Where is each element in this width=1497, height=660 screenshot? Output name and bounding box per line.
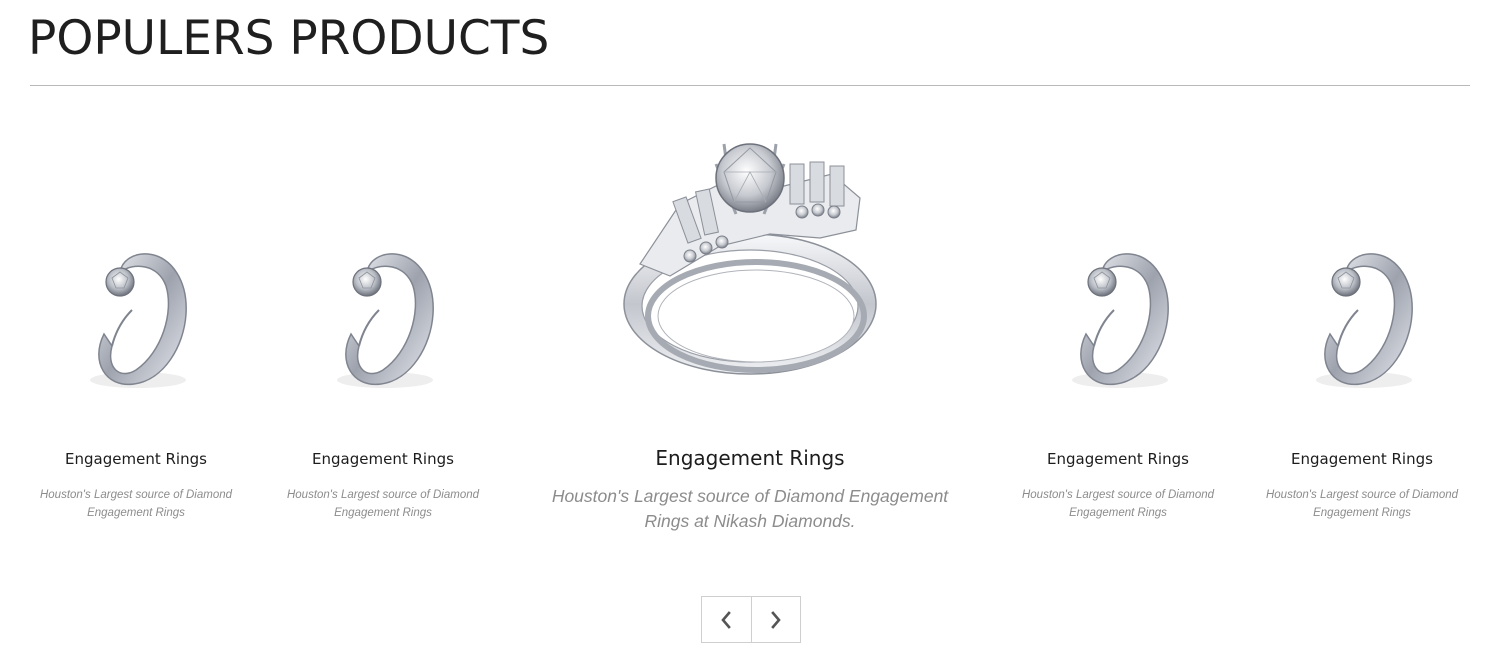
- product-description: Houston's Largest source of Diamond Enga…: [1021, 489, 1215, 519]
- carousel-next-button[interactable]: [751, 596, 801, 643]
- twist-solitaire-ring-icon[interactable]: [1058, 242, 1178, 402]
- product-description: Houston's Largest source of Diamond Enga…: [39, 489, 233, 519]
- product-description: Houston's Largest source of Diamond Enga…: [1265, 489, 1459, 519]
- twist-solitaire-ring-icon[interactable]: [1302, 242, 1422, 402]
- bridal-set-ring-icon[interactable]: [620, 134, 880, 386]
- product-name[interactable]: Engagement Rings: [263, 450, 503, 468]
- product-card[interactable]: Engagement Rings Houston's Largest sourc…: [1242, 230, 1482, 530]
- carousel-prev-button[interactable]: [701, 596, 752, 643]
- carousel-navigation: [701, 596, 801, 643]
- twist-solitaire-ring-icon[interactable]: [76, 242, 196, 402]
- product-name[interactable]: Engagement Rings: [520, 446, 980, 470]
- product-description: Houston's Largest source of Diamond Enga…: [286, 489, 480, 519]
- product-description: Houston's Largest source of Diamond Enga…: [551, 486, 949, 531]
- product-card[interactable]: Engagement Rings Houston's Largest sourc…: [16, 230, 256, 530]
- products-carousel: Engagement Rings Houston's Largest sourc…: [0, 0, 1497, 660]
- product-card[interactable]: Engagement Rings Houston's Largest sourc…: [263, 230, 503, 530]
- product-name[interactable]: Engagement Rings: [1242, 450, 1482, 468]
- chevron-right-icon: [770, 610, 781, 629]
- chevron-left-icon: [721, 610, 732, 629]
- product-name[interactable]: Engagement Rings: [998, 450, 1238, 468]
- product-card[interactable]: Engagement Rings Houston's Largest sourc…: [998, 230, 1238, 530]
- twist-solitaire-ring-icon[interactable]: [323, 242, 443, 402]
- product-card-featured[interactable]: Engagement Rings Houston's Largest sourc…: [520, 130, 980, 540]
- product-name[interactable]: Engagement Rings: [16, 450, 256, 468]
